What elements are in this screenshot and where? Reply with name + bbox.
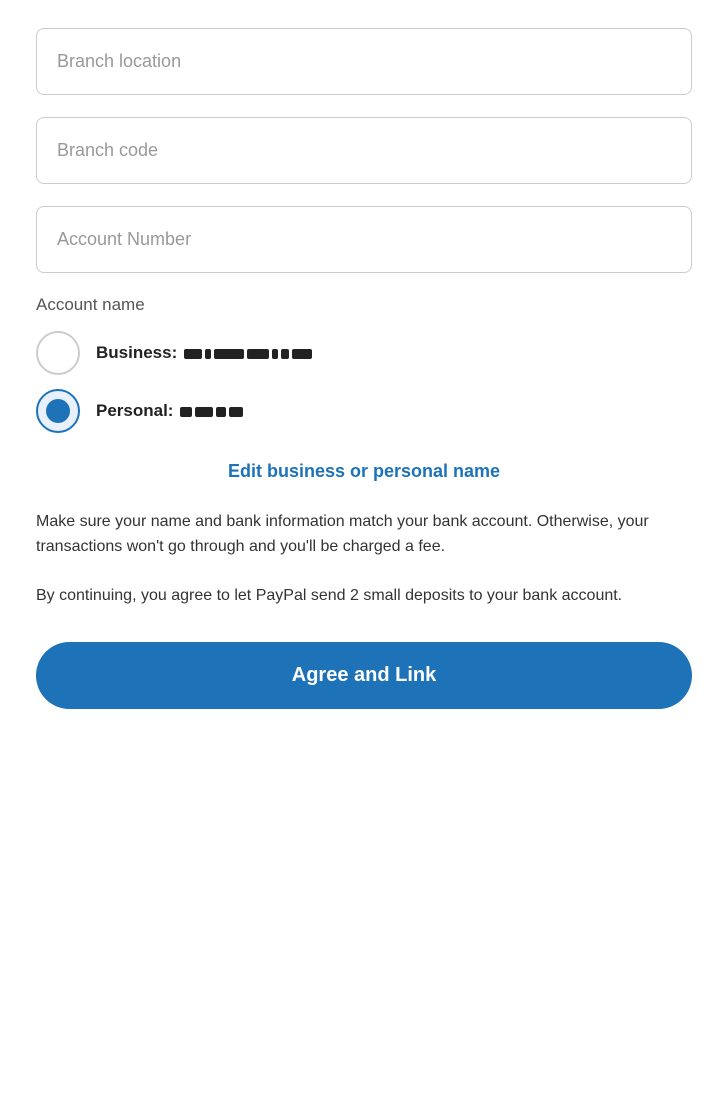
info-text-2: By continuing, you agree to let PayPal s… xyxy=(36,584,692,609)
branch-location-input[interactable] xyxy=(36,28,692,95)
personal-radio-label: Personal: xyxy=(96,401,243,421)
business-radio-option[interactable]: Business: xyxy=(36,331,692,375)
personal-radio-button[interactable] xyxy=(36,389,80,433)
info-text-1: Make sure your name and bank information… xyxy=(36,510,692,560)
edit-name-link[interactable]: Edit business or personal name xyxy=(36,461,692,482)
business-radio-label: Business: xyxy=(96,343,312,363)
business-label-blurred xyxy=(184,349,312,359)
account-name-label: Account name xyxy=(36,295,692,315)
personal-label-bold: Personal: xyxy=(96,401,173,420)
personal-label-blurred xyxy=(180,407,243,417)
business-label-bold: Business: xyxy=(96,343,177,362)
account-number-input[interactable] xyxy=(36,206,692,273)
account-type-radio-group: Business: Personal: xyxy=(36,331,692,433)
personal-radio-inner xyxy=(46,399,70,423)
personal-radio-option[interactable]: Personal: xyxy=(36,389,692,433)
branch-code-input[interactable] xyxy=(36,117,692,184)
business-radio-button[interactable] xyxy=(36,331,80,375)
agree-and-link-button[interactable]: Agree and Link xyxy=(36,642,692,709)
